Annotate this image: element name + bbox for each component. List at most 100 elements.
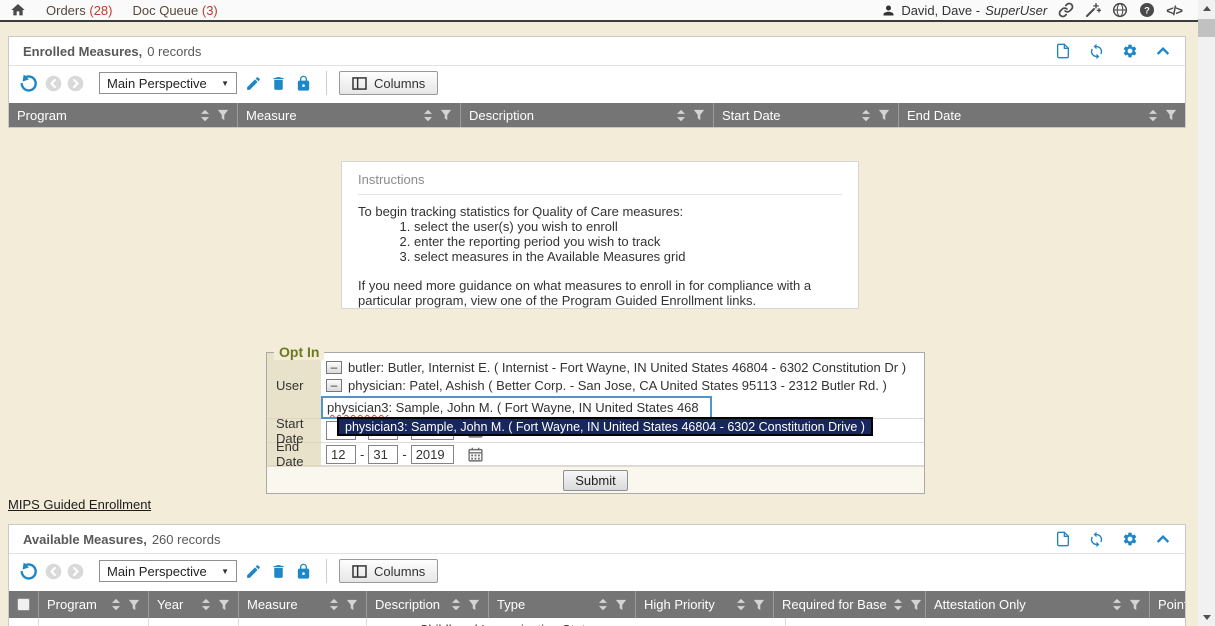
sort-icon[interactable] [451,598,461,611]
table-cell-description-partial: Childhood Immunization Status [419,622,785,626]
undo-icon[interactable] [19,74,38,93]
lock-perspective-icon[interactable] [295,563,312,580]
available-measures-panel: Available Measures, 260 records Main Per… [8,524,1186,626]
remove-user-button[interactable]: – [326,379,342,392]
filter-icon[interactable] [1165,109,1177,121]
columns-button[interactable]: Columns [339,559,438,583]
sort-icon[interactable] [893,598,903,611]
nav-orders[interactable]: Orders (28) [46,3,112,18]
delete-perspective-icon[interactable] [270,563,287,580]
scroll-up-arrow[interactable] [1198,0,1215,17]
sort-icon[interactable] [861,109,871,122]
submit-button[interactable]: Submit [563,470,627,491]
refresh-icon[interactable] [1088,43,1105,60]
sort-icon[interactable] [676,109,686,122]
column-label: Type [497,597,525,612]
page-scrollbar[interactable] [1198,0,1215,626]
select-all-checkbox[interactable] [17,598,30,611]
filter-icon[interactable] [128,599,140,611]
end-calendar-icon[interactable] [468,447,483,462]
link-icon[interactable] [1058,2,1074,18]
wand-icon[interactable] [1085,2,1101,18]
filter-icon[interactable] [910,599,922,611]
sort-icon[interactable] [423,109,433,122]
perspective-select[interactable]: Main Perspective ▼ [99,72,237,94]
help-icon[interactable]: ? [1139,2,1155,18]
perspective-value: Main Perspective [107,76,207,91]
filter-icon[interactable] [468,599,480,611]
sort-icon[interactable] [1148,109,1158,122]
columns-button[interactable]: Columns [339,71,438,95]
column-header-end-date[interactable]: End Date [899,103,1185,127]
column-header-attestation-only[interactable]: Attestation Only [926,591,1150,618]
nav-doc-queue[interactable]: Doc Queue (3) [132,3,217,18]
mips-guided-enrollment-link[interactable]: MIPS Guided Enrollment [8,497,151,512]
filter-icon[interactable] [753,599,765,611]
perspective-select[interactable]: Main Perspective ▼ [99,560,237,582]
history-back-icon[interactable] [45,563,62,580]
enrolled-measures-panel: Enrolled Measures, 0 records Main Perspe… [8,36,1186,128]
column-header-type[interactable]: Type [489,591,636,618]
column-header-year[interactable]: Year [149,591,239,618]
refresh-icon[interactable] [1088,531,1105,548]
sort-icon[interactable] [1112,598,1122,611]
column-header-program[interactable]: Program [9,103,238,127]
history-forward-icon[interactable] [67,563,84,580]
edit-perspective-icon[interactable] [245,563,262,580]
scroll-down-arrow[interactable] [1198,609,1215,626]
gear-icon[interactable] [1122,531,1138,547]
sort-icon[interactable] [598,598,608,611]
filter-icon[interactable] [878,109,890,121]
instruction-step: select measures in the Available Measure… [414,249,842,264]
column-header-measure[interactable]: Measure [238,103,461,127]
column-label: Start Date [722,108,781,123]
filter-icon[interactable] [218,599,230,611]
column-header-points[interactable]: Points [1150,591,1185,618]
column-header-high-priority[interactable]: High Priority [636,591,774,618]
remove-user-button[interactable]: – [326,361,342,374]
autocomplete-suggestion[interactable]: physician3: Sample, John M. ( Fort Wayne… [337,417,873,436]
user-menu[interactable]: David, Dave - SuperUser [881,3,1047,18]
lock-perspective-icon[interactable] [295,75,312,92]
end-year-input[interactable]: 2019 [411,445,454,464]
delete-perspective-icon[interactable] [270,75,287,92]
column-header-start-date[interactable]: Start Date [714,103,899,127]
new-record-icon[interactable] [1055,43,1071,59]
column-label: Description [375,597,440,612]
toolbar-divider [326,559,327,583]
gear-icon[interactable] [1122,43,1138,59]
nav-doc-queue-count: (3) [202,3,218,18]
new-record-icon[interactable] [1055,531,1071,547]
filter-icon[interactable] [346,599,358,611]
scrollbar-thumb[interactable] [1198,19,1215,37]
edit-perspective-icon[interactable] [245,75,262,92]
sort-icon[interactable] [736,598,746,611]
end-month-input[interactable]: 12 [326,445,356,464]
history-forward-icon[interactable] [67,75,84,92]
column-header-description[interactable]: Description [367,591,489,618]
sort-icon[interactable] [200,109,210,122]
code-icon[interactable]: </> [1166,3,1182,18]
enrolled-grid-header: Program Measure Description Start Date E… [9,103,1185,127]
undo-icon[interactable] [19,562,38,581]
sort-icon[interactable] [111,598,121,611]
column-header-measure[interactable]: Measure [239,591,367,618]
home-icon[interactable] [10,2,26,18]
filter-icon[interactable] [615,599,627,611]
filter-icon[interactable] [693,109,705,121]
filter-icon[interactable] [217,109,229,121]
user-search-input[interactable]: physician3: Sample, John M. ( Fort Wayne… [321,396,712,419]
sort-icon[interactable] [329,598,339,611]
history-back-icon[interactable] [45,75,62,92]
collapse-panel-icon[interactable] [1155,531,1171,547]
column-header-description[interactable]: Description [461,103,714,127]
table-row[interactable]: Childhood Immunization Status [9,618,1185,626]
sort-icon[interactable] [201,598,211,611]
collapse-panel-icon[interactable] [1155,43,1171,59]
end-day-input[interactable]: 31 [368,445,398,464]
column-header-program[interactable]: Program [39,591,149,618]
filter-icon[interactable] [440,109,452,121]
filter-icon[interactable] [1129,599,1141,611]
column-header-required-for-base[interactable]: Required for Base [774,591,926,618]
globe-icon[interactable] [1112,2,1128,18]
